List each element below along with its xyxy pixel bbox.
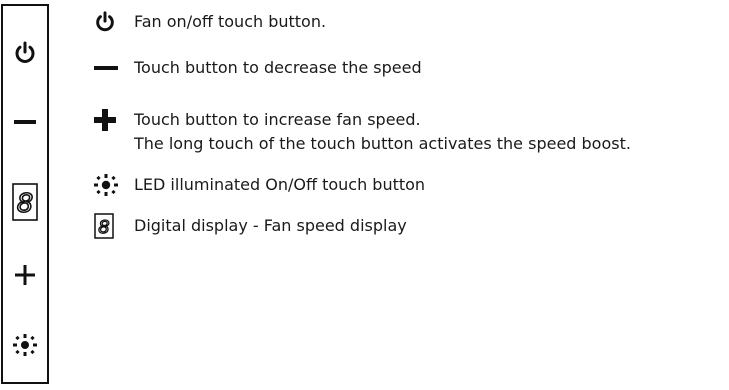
legend-line: The long touch of the touch button activ… [134, 134, 631, 153]
digit-display-icon: 8 [12, 183, 38, 221]
legend-item-light: LED illuminated On/Off touch button [94, 173, 425, 197]
power-button[interactable] [3, 38, 47, 68]
legend-text: Digital display - Fan speed display [134, 214, 407, 238]
legend-item-power: Fan on/off touch button. [94, 10, 326, 34]
legend-text: Fan on/off touch button. [134, 10, 326, 34]
light-button[interactable] [3, 330, 47, 360]
display-digit: 8 [98, 217, 109, 238]
power-icon [15, 41, 35, 63]
legend-item-display: 8 Digital display - Fan speed display [94, 213, 407, 239]
legend-line: Touch button to increase fan speed. [134, 110, 421, 129]
legend-line: Fan on/off touch button. [134, 12, 327, 31]
plus-icon [15, 265, 35, 285]
display-digit: 8 [17, 189, 34, 219]
control-panel: 8 [1, 4, 49, 384]
legend-line: Touch button to decrease the speed [134, 58, 422, 77]
legend-item-increase: Touch button to increase fan speed. The … [94, 108, 631, 156]
power-icon [96, 11, 114, 32]
legend-text: Touch button to decrease the speed [134, 56, 422, 80]
light-icon [94, 174, 118, 196]
increase-speed-button[interactable] [3, 260, 47, 290]
legend-text: Touch button to increase fan speed. The … [134, 108, 631, 156]
minus-icon [14, 120, 36, 124]
decrease-speed-button[interactable] [3, 110, 47, 134]
legend-line: LED illuminated On/Off touch button [134, 175, 426, 194]
plus-icon [94, 109, 116, 131]
minus-icon [94, 66, 118, 70]
digit-display-icon: 8 [94, 213, 114, 239]
speed-display: 8 [3, 180, 47, 224]
legend-item-decrease: Touch button to decrease the speed [94, 56, 422, 80]
light-icon [13, 334, 37, 356]
legend-line: Digital display - Fan speed display [134, 216, 407, 235]
legend-text: LED illuminated On/Off touch button [134, 173, 425, 197]
